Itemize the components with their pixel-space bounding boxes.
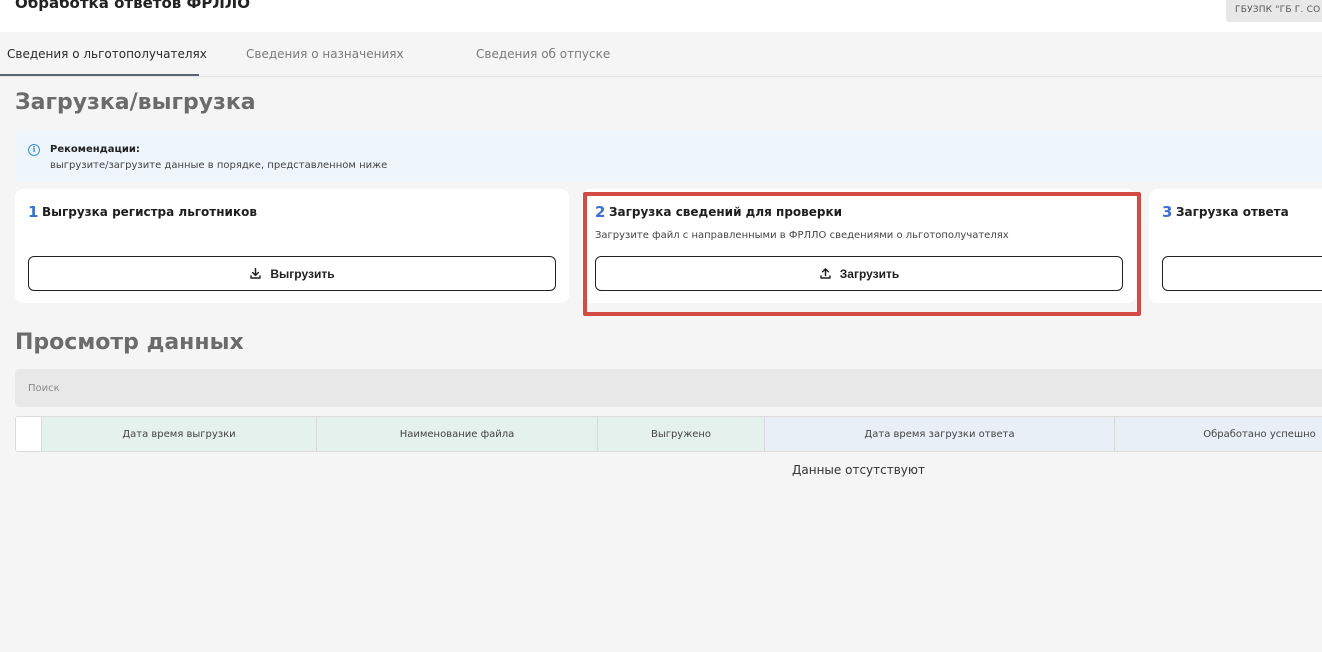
download-icon <box>250 267 262 279</box>
upload-button[interactable]: Загрузить <box>595 256 1123 291</box>
step-number: 1 <box>28 203 39 221</box>
tab-dispensing[interactable]: Сведения об отпуске <box>476 47 610 61</box>
table-header-response-date[interactable]: Дата время загрузки ответа <box>765 417 1115 451</box>
recommendation-title: Рекомендации: <box>50 144 140 155</box>
upload-section-title: Загрузка/выгрузка <box>15 90 256 115</box>
organization-name: ГБУЗПК "ГБ Г. СО <box>1235 5 1321 15</box>
view-section-title: Просмотр данных <box>15 330 244 355</box>
tab-bar: Сведения о льготополучателях Сведения о … <box>0 32 1322 77</box>
active-tab-indicator <box>0 74 199 76</box>
table-header-file-name[interactable]: Наименование файла <box>317 417 598 451</box>
table-header-processed[interactable]: Обработано успешно <box>1115 417 1322 451</box>
data-table: Дата время выгрузки Наименование файла В… <box>15 416 1322 452</box>
step-title: Загрузка ответа <box>1176 205 1289 219</box>
step-card-3: 3 Загрузка ответа <box>1149 189 1322 303</box>
table-header-select[interactable] <box>16 417 42 451</box>
export-button[interactable]: Выгрузить <box>28 256 556 291</box>
top-bar: Обработка ответов ФРЛЛО ГБУЗПК "ГБ Г. СО <box>0 0 1322 32</box>
upload-response-button[interactable] <box>1162 256 1322 291</box>
table-header-export-date[interactable]: Дата время выгрузки <box>42 417 317 451</box>
recommendation-text: выгрузите/загрузите данные в порядке, пр… <box>50 160 388 171</box>
step-title: Загрузка сведений для проверки <box>609 205 843 219</box>
recommendation-box: i Рекомендации: выгрузите/загрузите данн… <box>15 131 1322 182</box>
tab-prescriptions[interactable]: Сведения о назначениях <box>246 47 404 61</box>
app-title: Обработка ответов ФРЛЛО <box>15 0 250 12</box>
table-header-exported[interactable]: Выгружено <box>598 417 765 451</box>
export-button-label: Выгрузить <box>270 266 335 281</box>
organization-badge[interactable]: ГБУЗПК "ГБ Г. СО <box>1226 0 1322 22</box>
table-empty-message: Данные отсутствуют <box>792 463 925 477</box>
step-number: 2 <box>595 203 606 221</box>
info-icon: i <box>28 144 40 156</box>
tab-beneficiaries[interactable]: Сведения о льготополучателях <box>7 47 207 61</box>
step-card-2: 2 Загрузка сведений для проверки Загрузи… <box>582 189 1136 303</box>
step-description: Загрузите файл с направленными в ФРЛЛО с… <box>595 230 1009 241</box>
upload-icon <box>820 268 831 279</box>
search-input[interactable] <box>15 369 1322 407</box>
upload-button-label: Загрузить <box>839 266 900 281</box>
step-number: 3 <box>1162 203 1173 221</box>
step-title: Выгрузка регистра льготников <box>42 205 257 219</box>
step-card-1: 1 Выгрузка регистра льготников Выгрузить <box>15 189 569 303</box>
